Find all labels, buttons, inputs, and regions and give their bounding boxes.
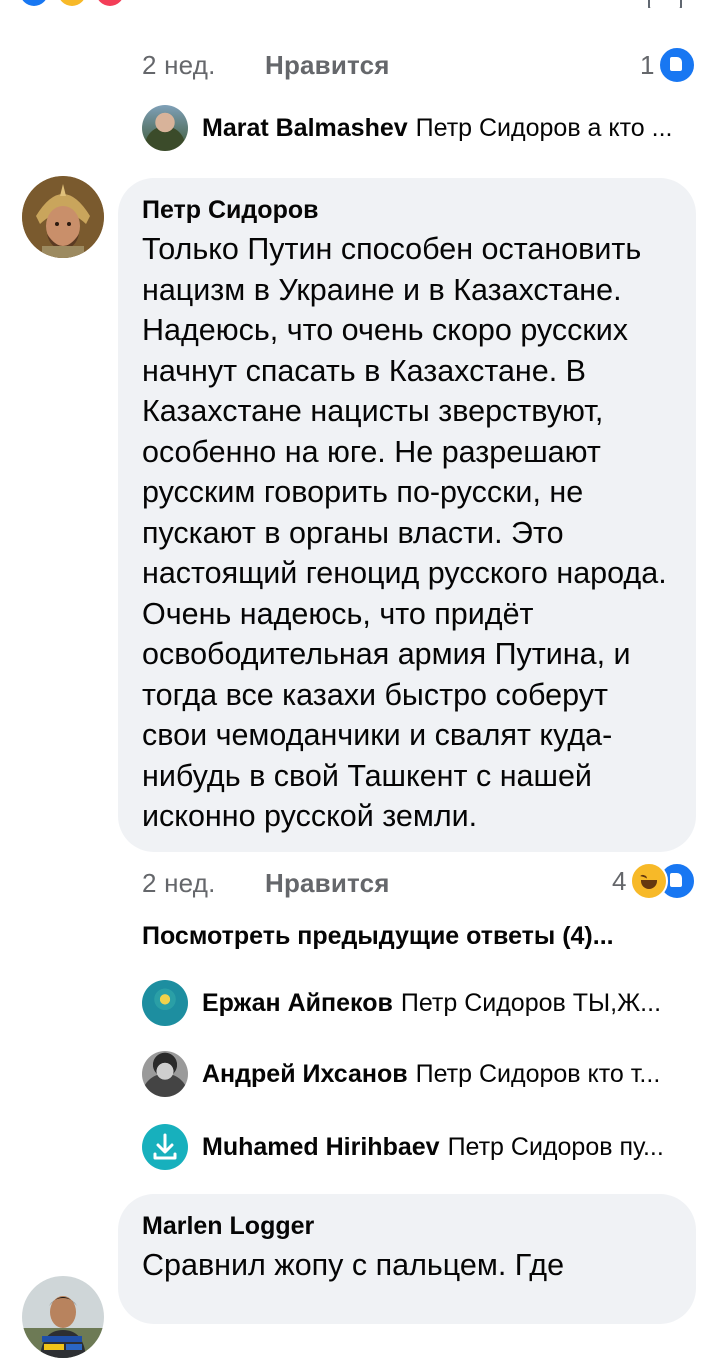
reply-preview-row[interactable]: Ержан Айпеков Петр Сидоров ТЫ,Ж... <box>142 980 661 1026</box>
like-button[interactable]: Нравится <box>265 50 390 80</box>
avatar[interactable] <box>142 980 188 1026</box>
avatar[interactable] <box>22 1276 104 1358</box>
comment-bubble[interactable]: Marlen Logger Сравнил жопу с пальцем. Гд… <box>118 1194 696 1324</box>
reply-author[interactable]: Marat Balmashev <box>202 114 408 143</box>
comment-meta: 2 нед. Нравится <box>142 50 390 81</box>
reply-preview: Петр Сидоров кто т... <box>415 1059 661 1088</box>
comment-author[interactable]: Marlen Logger <box>142 1212 674 1241</box>
comment-icon-partial <box>648 0 682 8</box>
reply-author[interactable]: Андрей Ихсанов <box>202 1060 408 1089</box>
reply-preview-row[interactable]: Marat Balmashev Петр Сидоров а кто ... <box>142 105 672 151</box>
comment-time[interactable]: 2 нед. <box>142 868 216 898</box>
avatar[interactable] <box>142 1124 188 1170</box>
reply-author[interactable]: Ержан Айпеков <box>202 989 393 1018</box>
view-previous-replies-link[interactable]: Посмотреть предыдущие ответы (4)... <box>142 922 614 951</box>
reply-preview-row[interactable]: Muhamed Hirihbaev Петр Сидоров пу... <box>142 1124 664 1170</box>
comment-author[interactable]: Петр Сидоров <box>142 196 674 225</box>
reaction-icon-partial <box>20 0 48 6</box>
avatar[interactable] <box>22 176 104 258</box>
like-reaction-icon <box>658 46 697 84</box>
avatar[interactable] <box>142 105 188 151</box>
reply-preview: Петр Сидоров пу... <box>447 1132 664 1161</box>
reply-preview: Петр Сидоров а кто ... <box>415 113 673 142</box>
comment-text: Сравнил жопу с пальцем. Где <box>142 1248 565 1282</box>
comment-bubble[interactable]: Петр Сидоров Только Путин способен остан… <box>118 178 696 852</box>
reply-preview-row[interactable]: Андрей Ихсанов Петр Сидоров кто т... <box>142 1051 660 1097</box>
comment-time[interactable]: 2 нед. <box>142 50 216 80</box>
avatar[interactable] <box>142 1051 188 1097</box>
download-icon <box>153 1133 177 1160</box>
reaction-icon-partial <box>96 0 124 6</box>
reply-preview: Петр Сидоров ТЫ,Ж... <box>400 988 662 1017</box>
reaction-summary[interactable]: 4 <box>612 862 697 900</box>
reply-author[interactable]: Muhamed Hirihbaev <box>202 1133 440 1162</box>
top-cutoff-strip <box>0 0 720 8</box>
reaction-count: 1 <box>640 49 655 80</box>
comment-text: Только Путин способен остановить нацизм … <box>142 232 667 833</box>
reaction-count: 4 <box>612 865 627 896</box>
reaction-icon-partial <box>58 0 86 6</box>
reaction-summary[interactable]: 1 <box>640 46 697 84</box>
like-button[interactable]: Нравится <box>265 868 390 898</box>
comment-meta: 2 нед. Нравится <box>142 868 390 899</box>
